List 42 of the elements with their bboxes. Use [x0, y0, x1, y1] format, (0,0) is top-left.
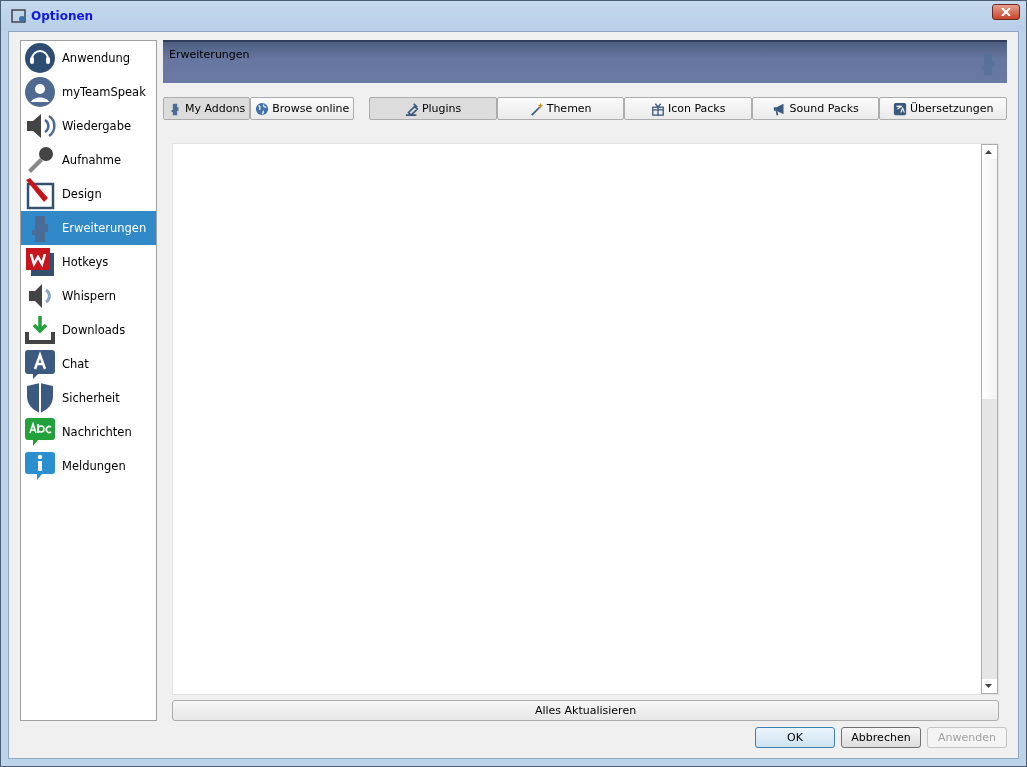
- category-item[interactable]: Design: [21, 177, 156, 211]
- category-tab[interactable]: Icon Packs: [624, 97, 752, 120]
- category-item[interactable]: Hotkeys: [21, 245, 156, 279]
- close-icon: [1001, 8, 1011, 16]
- settings-window-icon: [11, 8, 27, 24]
- scrollbar[interactable]: [981, 144, 998, 694]
- user-icon: [24, 76, 56, 108]
- info-bubble-icon: [24, 450, 56, 482]
- plug-icon: [404, 101, 419, 116]
- category-item[interactable]: Anwendung: [21, 41, 156, 75]
- window-title: Optionen: [31, 9, 95, 23]
- dialog-button[interactable]: OK: [755, 727, 835, 748]
- magic-wand-icon: [529, 101, 544, 116]
- category-item[interactable]: Erweiterungen: [21, 211, 156, 245]
- message-bubble-icon: [24, 416, 56, 448]
- category-item[interactable]: Nachrichten: [21, 415, 156, 449]
- close-button[interactable]: [992, 4, 1020, 20]
- pencil-icon: [24, 178, 56, 210]
- source-tab[interactable]: Browse online: [250, 97, 355, 120]
- globe-icon: [255, 101, 270, 116]
- chat-bubble-icon: [24, 348, 56, 380]
- category-tab[interactable]: Themen: [496, 97, 625, 120]
- category-item[interactable]: Downloads: [21, 313, 156, 347]
- update-all-button[interactable]: Alles Aktualisieren: [172, 700, 999, 721]
- category-item[interactable]: Wiedergabe: [21, 109, 156, 143]
- category-item[interactable]: Chat: [21, 347, 156, 381]
- shield-icon: [24, 382, 56, 414]
- dialog-button[interactable]: Abbrechen: [841, 727, 921, 748]
- category-tab[interactable]: Plugins: [369, 97, 497, 120]
- category-item[interactable]: Whispern: [21, 279, 156, 313]
- category-tab[interactable]: Sound Packs: [751, 97, 880, 120]
- gift-box-icon: [650, 101, 665, 116]
- category-item[interactable]: myTeamSpeak: [21, 75, 156, 109]
- category-item[interactable]: Meldungen: [21, 449, 156, 483]
- megaphone-icon: [772, 101, 787, 116]
- category-item[interactable]: Sicherheit: [21, 381, 156, 415]
- category-item[interactable]: Aufnahme: [21, 143, 156, 177]
- section-title: Erweiterungen: [169, 48, 250, 63]
- translation-icon: [892, 101, 907, 116]
- download-icon: [24, 314, 56, 346]
- source-tab[interactable]: My Addons: [163, 97, 251, 120]
- category-tab[interactable]: Übersetzungen: [879, 97, 1007, 120]
